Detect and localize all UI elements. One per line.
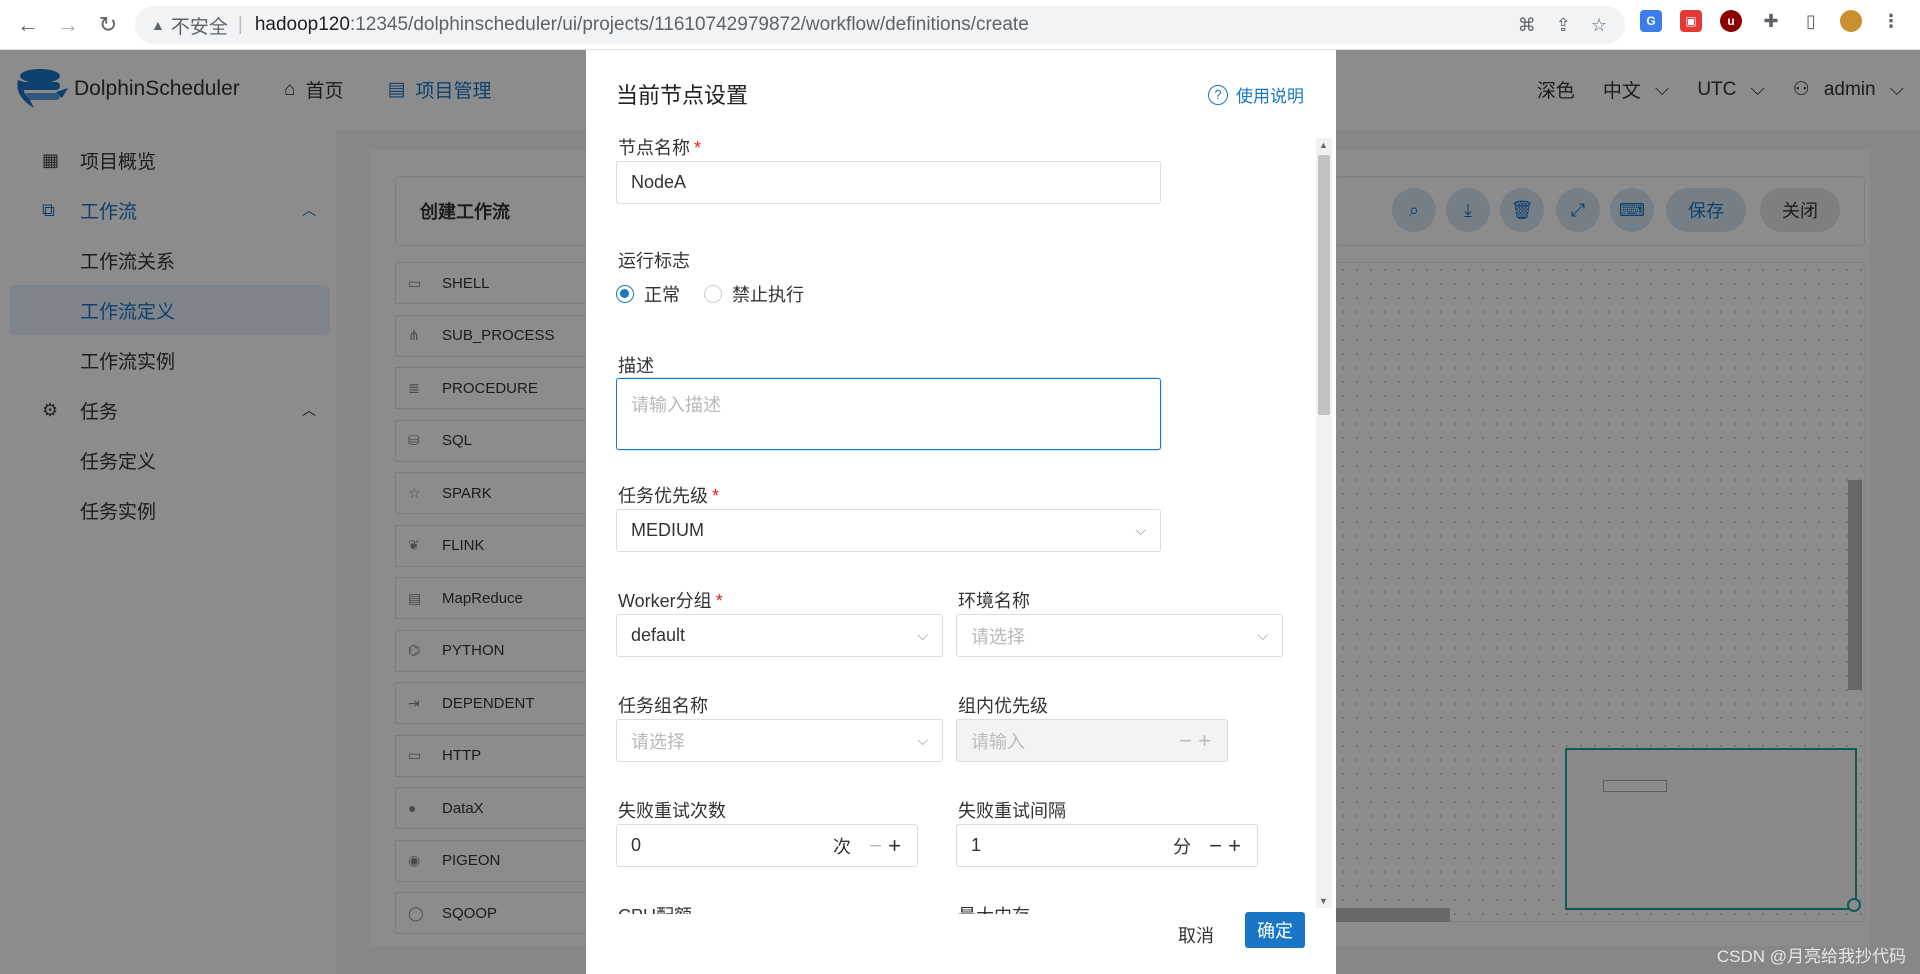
retry-times-stepper[interactable]: −+ xyxy=(869,833,907,859)
node-form: 节点名称 * NodeA 运行标志 正常 禁止执行 描述 请输入描述 任务优先级 *… xyxy=(616,134,1296,914)
share-icon[interactable]: ⇪ xyxy=(1556,15,1571,36)
run-flag-forbidden-label: 禁止执行 xyxy=(732,285,804,305)
max-memory-label: 最大内存 xyxy=(958,902,1030,914)
address-separator: | xyxy=(237,14,243,35)
extension-red-icon[interactable]: ▣ xyxy=(1680,10,1702,32)
address-bar[interactable]: ▲ 不安全 | hadoop120:12345/dolphinscheduler… xyxy=(135,6,1625,44)
translate-extension-icon[interactable]: G xyxy=(1640,10,1662,32)
worker-group-label-text: Worker分组 xyxy=(618,591,712,611)
required-marker: * xyxy=(694,138,702,158)
scroll-up-arrow-icon[interactable]: ▲ xyxy=(1319,140,1328,150)
side-panel-icon[interactable]: ▯ xyxy=(1800,10,1822,32)
cancel-button[interactable]: 取消 xyxy=(1178,922,1214,948)
task-group-label: 任务组名称 xyxy=(618,696,708,716)
retry-times-input[interactable]: 0 次 −+ xyxy=(616,824,918,867)
help-label: 使用说明 xyxy=(1236,87,1304,106)
group-priority-label: 组内优先级 xyxy=(958,696,1048,716)
modal-title: 当前节点设置 xyxy=(616,83,749,108)
radio-dot xyxy=(704,285,722,303)
stepper-icon: −+ xyxy=(1179,727,1217,753)
run-flag-normal-label: 正常 xyxy=(644,285,680,305)
retry-times-unit: 次 xyxy=(833,836,851,857)
node-settings-modal: 当前节点设置 ? 使用说明 节点名称 * NodeA 运行标志 正常 禁止执行 描… xyxy=(586,50,1336,974)
worker-group-value: default xyxy=(631,625,686,645)
group-priority-placeholder: 请输入 xyxy=(971,731,1025,752)
retry-interval-value: 1 xyxy=(971,835,982,855)
scroll-down-arrow-icon[interactable]: ▼ xyxy=(1319,896,1328,906)
environment-label: 环境名称 xyxy=(958,591,1030,611)
watermark: CSDN @月亮给我抄代码 xyxy=(1716,947,1906,966)
required-marker: * xyxy=(715,591,723,611)
radio-dot xyxy=(616,285,634,303)
url-host: hadoop120 xyxy=(254,14,350,35)
worker-group-select[interactable]: default ⌵ xyxy=(616,614,943,657)
retry-times-value: 0 xyxy=(631,835,642,855)
description-label: 描述 xyxy=(618,356,654,376)
priority-label: 任务优先级 * xyxy=(618,482,719,508)
question-icon: ? xyxy=(1208,84,1228,105)
description-textarea[interactable]: 请输入描述 xyxy=(616,378,1161,450)
environment-select[interactable]: 请选择 ⌵ xyxy=(956,614,1283,657)
retry-interval-input[interactable]: 1 分 −+ xyxy=(956,824,1258,867)
warning-icon: ▲ xyxy=(151,17,165,33)
ublock-icon[interactable]: u xyxy=(1720,10,1742,32)
priority-select[interactable]: MEDIUM ⌵ xyxy=(616,509,1161,552)
priority-label-text: 任务优先级 xyxy=(618,486,708,506)
retry-interval-unit: 分 xyxy=(1173,836,1191,857)
chevron-down-icon: ⌵ xyxy=(1135,522,1146,538)
node-name-input[interactable]: NodeA xyxy=(616,161,1161,204)
url-path: :12345/dolphinscheduler/ui/projects/1161… xyxy=(349,14,1029,35)
retry-interval-stepper[interactable]: −+ xyxy=(1209,833,1247,859)
bookmark-star-icon[interactable]: ☆ xyxy=(1591,15,1607,36)
chevron-down-icon: ⌵ xyxy=(917,627,928,643)
run-flag-forbidden-radio[interactable]: 禁止执行 xyxy=(704,281,804,307)
forward-icon[interactable]: → xyxy=(50,7,86,43)
back-icon[interactable]: ← xyxy=(10,7,46,43)
insecure-label: 不安全 xyxy=(170,16,228,38)
worker-group-label: Worker分组 * xyxy=(618,587,723,613)
run-flag-normal-radio[interactable]: 正常 xyxy=(616,281,680,307)
node-name-label-text: 节点名称 xyxy=(618,138,690,158)
node-name-label: 节点名称 * xyxy=(618,134,701,160)
chevron-down-icon: ⌵ xyxy=(1257,627,1268,643)
task-group-select[interactable]: 请选择 ⌵ xyxy=(616,719,943,762)
retry-interval-label: 失败重试间隔 xyxy=(958,801,1066,821)
environment-placeholder: 请选择 xyxy=(971,626,1025,647)
minus-icon[interactable]: − xyxy=(869,833,888,858)
group-priority-input[interactable]: 请输入 −+ xyxy=(956,719,1228,762)
cpu-quota-label: CPU配额 xyxy=(618,902,692,914)
extensions-puzzle-icon[interactable]: ✚ xyxy=(1760,10,1782,32)
priority-value: MEDIUM xyxy=(631,520,704,540)
required-marker: * xyxy=(712,486,720,506)
browser-toolbar: ← → ↻ ▲ 不安全 | hadoop120:12345/dolphinsch… xyxy=(0,0,1920,50)
reload-icon[interactable]: ↻ xyxy=(90,7,126,43)
retry-times-label: 失败重试次数 xyxy=(618,801,726,821)
profile-avatar[interactable] xyxy=(1840,10,1862,32)
run-flag-label: 运行标志 xyxy=(618,251,690,271)
browser-menu-icon[interactable]: ⋮ xyxy=(1880,10,1902,32)
task-group-placeholder: 请选择 xyxy=(631,731,685,752)
modal-scrollbar-thumb[interactable] xyxy=(1318,155,1330,415)
chevron-down-icon: ⌵ xyxy=(917,732,928,748)
help-link[interactable]: ? 使用说明 xyxy=(1208,82,1304,107)
translate-icon[interactable]: ⌘ xyxy=(1518,15,1536,36)
confirm-button[interactable]: 确定 xyxy=(1245,912,1305,948)
